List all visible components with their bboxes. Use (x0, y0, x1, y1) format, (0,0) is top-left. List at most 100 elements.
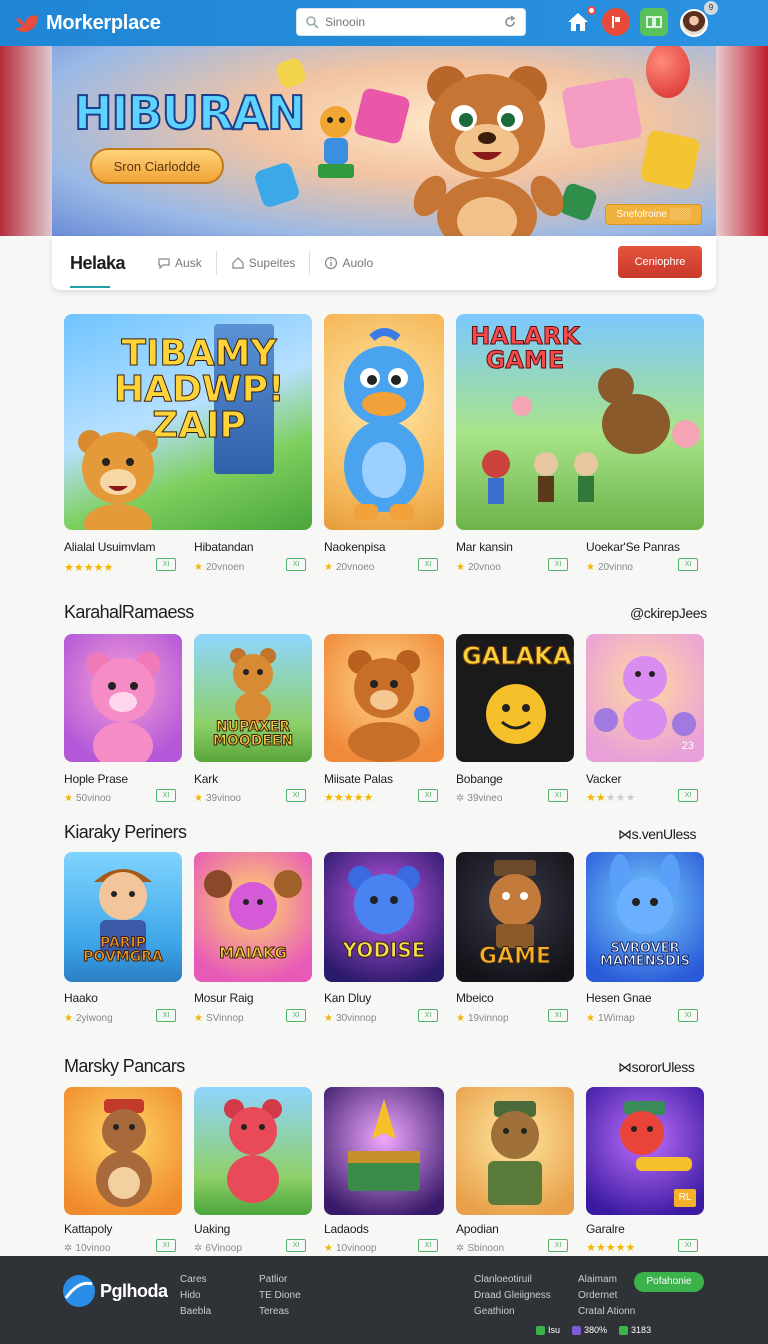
game-tile[interactable]: GAME (456, 852, 574, 982)
sparkle-icon: ✲ (194, 1243, 203, 1254)
game-tile[interactable] (64, 1087, 182, 1215)
game-meta: ★★★★★ (324, 791, 373, 804)
tab-auolo[interactable]: Auolo (310, 251, 387, 275)
featured-name[interactable]: Uoekar'Se Panras (586, 540, 680, 554)
characters-group (204, 870, 302, 930)
game-tile[interactable]: GALAKAI (456, 634, 574, 762)
featured-name[interactable]: Mar kansin (456, 540, 513, 554)
hero-chip[interactable]: Snefolroine ░░░ (605, 204, 702, 225)
featured-rating: ★★★★★ (64, 561, 113, 574)
game-name[interactable]: Bobange (456, 772, 503, 786)
brand[interactable]: Morkerplace (14, 12, 284, 35)
hero-banner[interactable]: HIBURAN Sron Ciarlodde Snefolroine ░░░ (52, 46, 716, 236)
bird-logo-icon (15, 15, 39, 32)
featured-tile-2[interactable] (324, 314, 444, 530)
section-see-all-link[interactable]: ⋈sororUless (618, 1059, 695, 1076)
footer-link[interactable]: Tereas (259, 1304, 301, 1320)
section-see-all-link[interactable]: ⋈s.venUless (618, 826, 696, 843)
game-meta: ★ 19vinnop (456, 1013, 509, 1024)
hero-button[interactable]: Sron Ciarlodde (90, 148, 224, 184)
dice-decoration (639, 129, 701, 191)
tab-ausk[interactable]: Ausk (143, 251, 217, 275)
tab-supeites[interactable]: Supeites (217, 251, 311, 275)
search-box[interactable] (296, 8, 526, 36)
sparkle-icon: ✲ (456, 1243, 465, 1254)
footer-link[interactable]: Cratal Ationn (578, 1304, 635, 1320)
footer-link[interactable]: Geathion (474, 1304, 551, 1320)
home-button[interactable] (564, 6, 596, 36)
game-name[interactable]: Uaking (194, 1222, 230, 1236)
star-icon: ★ (324, 1013, 333, 1024)
tab-label: Supeites (248, 256, 296, 270)
footer-link[interactable]: Alaimam (578, 1272, 635, 1288)
footer-link[interactable]: Patlior (259, 1272, 301, 1288)
featured-meta: ★ 20vnoo (456, 562, 501, 573)
footer-brand[interactable]: Pglhoda (62, 1274, 168, 1308)
dice-decoration (561, 76, 643, 150)
game-tile[interactable]: MAIAKG (194, 852, 312, 982)
game-meta: ★ 50vinoo (64, 793, 111, 804)
featured-meta: ★ 20vnoeo (324, 562, 374, 573)
game-tile[interactable]: RL (586, 1087, 704, 1215)
footer-link[interactable]: Hido (180, 1288, 211, 1304)
library-button[interactable] (640, 8, 668, 36)
tab-label: Auolo (342, 256, 374, 270)
game-tile[interactable] (324, 634, 444, 762)
notifications-button[interactable] (602, 8, 630, 36)
game-tile[interactable] (324, 1087, 444, 1215)
featured-name[interactable]: Hibatandan (194, 540, 254, 554)
footer-column-1: Cares Hido Baebla (180, 1272, 211, 1320)
footer: Pglhoda Cares Hido Baebla Patlior TE Dio… (0, 1256, 768, 1344)
section-see-all-link[interactable]: @ckirepJees (630, 605, 707, 621)
footer-stat: 3183 (619, 1325, 651, 1335)
game-tile[interactable]: SVROVER MAMENSDIS (586, 852, 704, 982)
featured-name[interactable]: Alialal Usuimvlam (64, 540, 155, 554)
game-name[interactable]: Hople Prase (64, 772, 128, 786)
tab-active[interactable]: Helaka (70, 236, 143, 290)
game-name[interactable]: Kattapoly (64, 1222, 112, 1236)
game-tile[interactable] (194, 1087, 312, 1215)
game-meta: ★ 10vinoop (324, 1243, 377, 1254)
game-name[interactable]: Mbeico (456, 991, 494, 1005)
game-meta: ✲ 10vinoo (64, 1243, 110, 1254)
game-tile[interactable] (456, 1087, 574, 1215)
featured-tile-3[interactable]: HALARK GAME (456, 314, 704, 530)
platform-tag: XI (418, 789, 438, 802)
footer-link[interactable]: Clanloeotiruil (474, 1272, 551, 1288)
game-tile[interactable] (64, 634, 182, 762)
game-name[interactable]: Kan Dluy (324, 991, 371, 1005)
game-tile[interactable]: PARIP POVMGRA (64, 852, 182, 982)
footer-link[interactable]: Draad Gleiigness (474, 1288, 551, 1304)
game-name[interactable]: Mosur Raig (194, 991, 254, 1005)
footer-link[interactable]: Baebla (180, 1304, 211, 1320)
game-tile[interactable]: NUPAXER MOQDEEN (194, 634, 312, 762)
platform-tag: XI (678, 558, 698, 571)
featured-name[interactable]: Naokenpisa (324, 540, 386, 554)
game-name[interactable]: Miisate Palas (324, 772, 393, 786)
red-bear-character (224, 1099, 282, 1203)
game-meta: ★★★★★ (586, 1241, 635, 1254)
footer-link[interactable]: Ordernet (578, 1288, 635, 1304)
featured-meta: ★ 20vnoen (194, 562, 244, 573)
avatar[interactable] (680, 9, 708, 37)
game-name[interactable]: Garalre (586, 1222, 625, 1236)
footer-button[interactable]: Pofahonie (634, 1272, 704, 1292)
game-name[interactable]: Vacker (586, 772, 621, 786)
meta-text: 20vnoo (467, 562, 501, 573)
cta-button[interactable]: Ceniophre (618, 246, 702, 278)
game-meta: ★ SVinnop (194, 1013, 244, 1024)
game-tile[interactable]: YODISE (324, 852, 444, 982)
footer-link[interactable]: Cares (180, 1272, 211, 1288)
game-name[interactable]: Kark (194, 772, 218, 786)
star-icon: ★ (324, 562, 333, 573)
game-name[interactable]: Apodian (456, 1222, 499, 1236)
game-tile[interactable]: 23 (586, 634, 704, 762)
search-input[interactable] (325, 15, 497, 29)
game-name[interactable]: Haako (64, 991, 98, 1005)
footer-link[interactable]: TE Dione (259, 1288, 301, 1304)
game-name[interactable]: Hesen Gnae (586, 991, 652, 1005)
tile-title: YODISE (342, 938, 426, 962)
refresh-icon[interactable] (503, 15, 517, 29)
game-name[interactable]: Ladaods (324, 1222, 369, 1236)
featured-tile-1[interactable]: TIBAMY HADWP! ZAIP (64, 314, 312, 530)
